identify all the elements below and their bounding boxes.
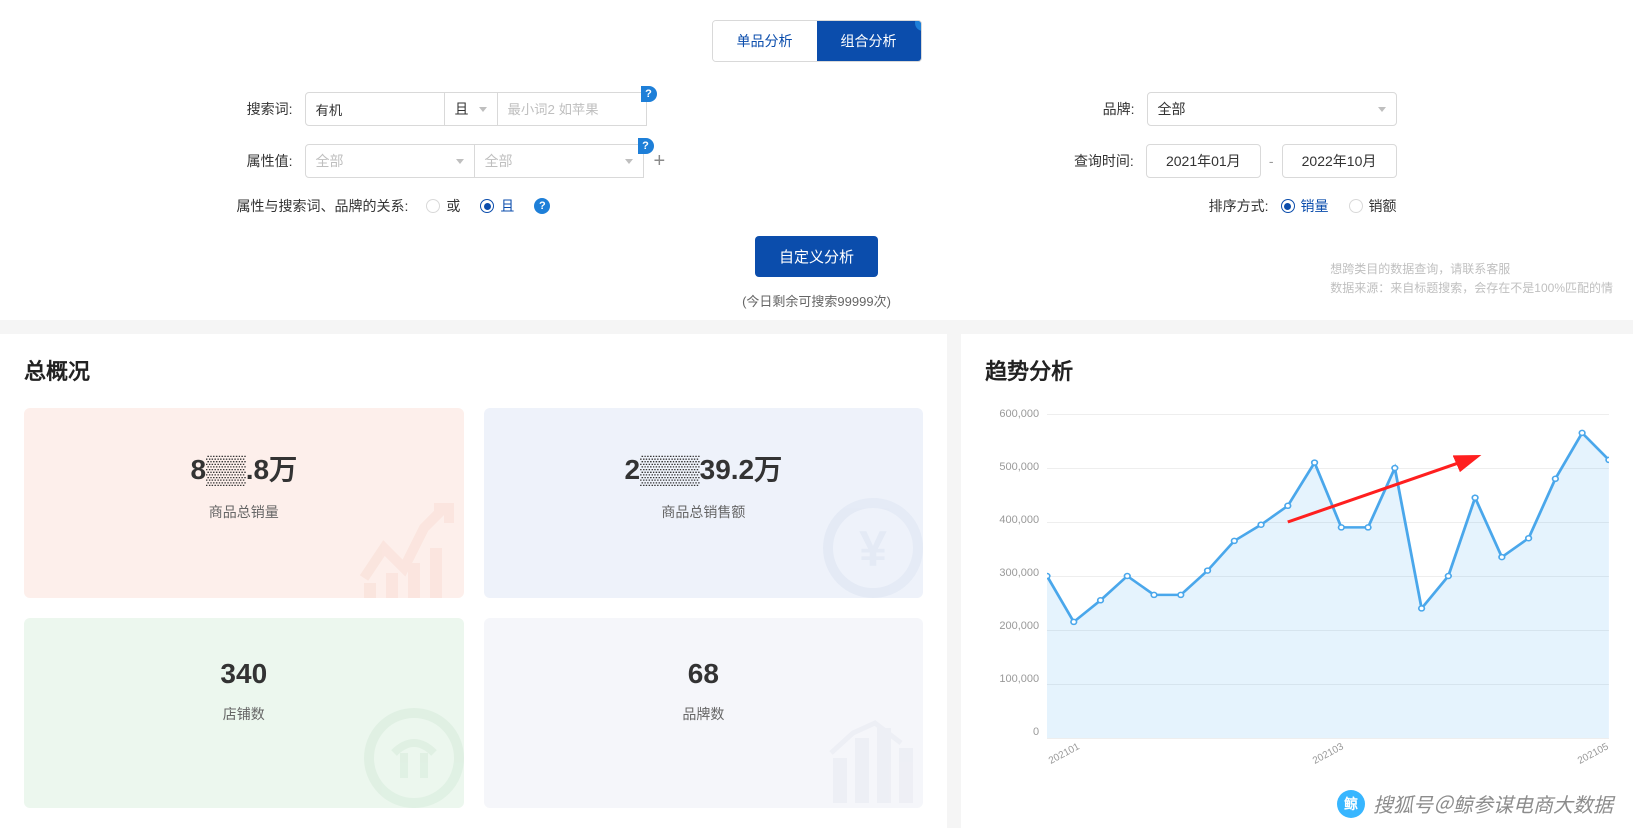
chart-up-icon — [354, 488, 464, 598]
watermark-logo-icon: 鲸 — [1337, 790, 1365, 818]
card-total-sales: 2▒▒▒39.2万 商品总销售额 ¥ — [484, 408, 924, 598]
card-total-volume: 8▒▒.8万 商品总销量 — [24, 408, 464, 598]
tab-single-analysis[interactable]: 单品分析 — [713, 21, 817, 61]
radio-sales-label: 销额 — [1369, 196, 1397, 216]
search-input-1[interactable] — [305, 92, 445, 126]
relation-label: 属性与搜索词、品牌的关系: — [237, 196, 409, 216]
radio-sort-sales[interactable]: 销额 — [1349, 196, 1397, 216]
card-brand-count: 68 品牌数 — [484, 618, 924, 808]
chevron-down-icon — [625, 159, 633, 164]
operator-label: 且 — [455, 99, 469, 119]
card-value: 68 — [504, 658, 904, 690]
radio-icon — [480, 199, 494, 213]
help-icon[interactable]: ? — [641, 86, 657, 102]
help-icon[interactable]: ? — [534, 198, 550, 214]
radio-relation-or[interactable]: 或 — [426, 196, 460, 216]
card-value: 2▒▒▒39.2万 — [504, 448, 904, 488]
attr2-value: 全部 — [485, 151, 513, 171]
search-input-2[interactable] — [497, 92, 647, 126]
chevron-down-icon — [456, 159, 464, 164]
chevron-down-icon — [479, 107, 487, 112]
search-label: 搜索词: — [237, 99, 293, 119]
footer-note-line1: 想跨类目的数据查询，请联系客服 — [1330, 260, 1613, 279]
date-end-input[interactable]: 2022年10月 — [1282, 144, 1397, 178]
brand-label: 品牌: — [1079, 99, 1135, 119]
sort-label: 排序方式: — [1201, 196, 1269, 216]
svg-text:¥: ¥ — [859, 521, 887, 577]
radio-and-label: 且 — [500, 196, 514, 216]
attribute-label: 属性值: — [237, 151, 293, 171]
search-operator-select[interactable]: 且 — [444, 92, 498, 126]
attribute-select-2[interactable]: 全部 — [474, 144, 644, 178]
date-separator: - — [1269, 153, 1274, 169]
card-value: 8▒▒.8万 — [44, 448, 444, 488]
radio-volume-label: 销量 — [1301, 196, 1329, 216]
card-shop-count: 340 店铺数 — [24, 618, 464, 808]
add-attribute-button[interactable]: + — [654, 150, 666, 173]
radio-icon — [426, 199, 440, 213]
date-start-input[interactable]: 2021年01月 — [1146, 144, 1261, 178]
footer-note: 想跨类目的数据查询，请联系客服 数据来源：来自标题搜索，会存在不是100%匹配的… — [1330, 260, 1613, 298]
watermark: 鲸 搜狐号＠鲸参谋电商大数据 — [1337, 789, 1613, 818]
shop-icon — [354, 698, 464, 808]
bars-icon — [813, 698, 923, 808]
trend-title: 趋势分析 — [985, 354, 1609, 386]
watermark-text: 搜狐号＠鲸参谋电商大数据 — [1373, 789, 1613, 818]
card-value: 340 — [44, 658, 444, 690]
brand-select[interactable]: 全部 — [1147, 92, 1397, 126]
radio-or-label: 或 — [446, 196, 460, 216]
chart-svg — [1047, 414, 1609, 738]
tab-combo-analysis[interactable]: 组合分析 — [817, 21, 921, 61]
chevron-down-icon — [1378, 107, 1386, 112]
remaining-searches-text: (今日剩余可搜索99999次) — [742, 291, 891, 310]
attribute-select-1[interactable]: 全部 — [305, 144, 475, 178]
overview-title: 总概况 — [24, 354, 923, 386]
footer-note-line2: 数据来源：来自标题搜索，会存在不是100%匹配的情 — [1330, 279, 1613, 298]
radio-relation-and[interactable]: 且 — [480, 196, 514, 216]
time-label: 查询时间: — [1066, 151, 1134, 171]
help-icon[interactable]: ? — [638, 138, 654, 154]
chart-x-axis: 202101202103202105 — [1047, 757, 1609, 768]
trend-chart: 600,000500,000400,000300,000200,000100,0… — [985, 408, 1609, 768]
radio-sort-volume[interactable]: 销量 — [1281, 196, 1329, 216]
radio-icon — [1349, 199, 1363, 213]
attr1-value: 全部 — [316, 151, 344, 171]
custom-analysis-button[interactable]: 自定义分析 — [755, 236, 878, 277]
chart-y-axis: 600,000500,000400,000300,000200,000100,0… — [985, 408, 1045, 738]
radio-icon — [1281, 199, 1295, 213]
brand-value: 全部 — [1158, 99, 1186, 119]
yen-circle-icon: ¥ — [813, 488, 923, 598]
